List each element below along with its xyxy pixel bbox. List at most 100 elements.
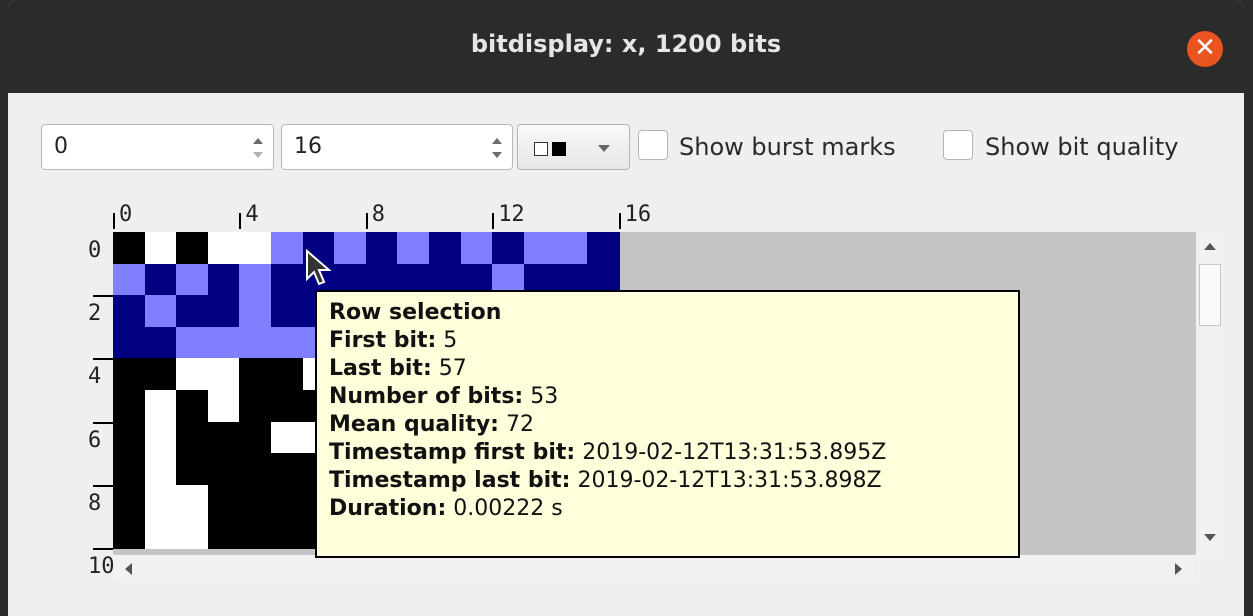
bit-cell[interactable] (144, 326, 178, 360)
spin-arrows-icon[interactable] (250, 134, 266, 162)
show-burst-marks-checkbox[interactable] (638, 130, 668, 160)
show-bit-quality-checkbox[interactable] (943, 130, 973, 160)
spin-arrows-icon[interactable] (489, 134, 505, 162)
scroll-down-icon[interactable] (1204, 534, 1216, 541)
bit-cell[interactable] (113, 453, 146, 487)
bit-cell[interactable] (207, 358, 241, 392)
bit-cell[interactable] (523, 232, 557, 265)
bit-cell[interactable] (239, 295, 273, 329)
row-tick (93, 358, 113, 361)
bit-cell[interactable] (429, 232, 462, 265)
bit-cell[interactable] (144, 263, 178, 297)
bit-cell[interactable] (113, 263, 146, 297)
bit-cell[interactable] (492, 232, 526, 265)
bit-cell[interactable] (207, 263, 241, 297)
bit-cell[interactable] (271, 232, 304, 265)
bit-cell[interactable] (334, 232, 368, 265)
row-label: 6 (88, 427, 102, 453)
bit-cell[interactable] (144, 390, 178, 423)
bit-cell[interactable] (176, 326, 210, 360)
mouse-pointer-icon (306, 249, 332, 286)
bit-cell[interactable] (239, 358, 273, 392)
bit-cell[interactable] (460, 232, 494, 265)
row-tick (93, 295, 113, 298)
color-scheme-combo[interactable] (517, 124, 630, 170)
bit-cell[interactable] (113, 232, 146, 265)
bit-cell[interactable] (207, 232, 241, 265)
bit-cell[interactable] (113, 295, 146, 329)
bit-cell[interactable] (176, 390, 210, 423)
bit-cell[interactable] (113, 390, 146, 423)
bit-cell[interactable] (207, 295, 241, 329)
bit-cell[interactable] (113, 326, 146, 360)
show-bit-quality-label[interactable]: Show bit quality (985, 133, 1178, 161)
window-title: bitdisplay: x, 1200 bits (470, 30, 782, 58)
bit-cell[interactable] (239, 326, 273, 360)
title-bar[interactable]: bitdisplay: x, 1200 bits ✕ (8, 0, 1244, 93)
column-tick (618, 213, 621, 229)
bit-cell[interactable] (144, 358, 178, 392)
bit-cell[interactable] (239, 453, 273, 487)
bit-cell[interactable] (239, 516, 273, 550)
horizontal-scrollbar[interactable] (113, 554, 1195, 582)
bit-cell[interactable] (239, 484, 273, 518)
bit-cell[interactable] (113, 484, 146, 518)
bit-cell[interactable] (176, 453, 210, 487)
bit-cell[interactable] (271, 390, 304, 423)
bit-cell[interactable] (176, 421, 210, 455)
bit-cell[interactable] (144, 484, 178, 518)
bit-cell[interactable] (176, 516, 210, 550)
bit-cell[interactable] (207, 421, 241, 455)
bit-cell[interactable] (207, 390, 241, 423)
bit-cell[interactable] (113, 421, 146, 455)
bit-cell[interactable] (144, 516, 178, 550)
selection-tooltip: Row selection First bit: 5 Last bit: 57 … (315, 290, 1020, 558)
vertical-scroll-thumb[interactable] (1199, 264, 1221, 326)
bit-cell[interactable] (144, 295, 178, 329)
bit-cell[interactable] (239, 421, 273, 455)
bit-cell[interactable] (365, 232, 399, 265)
bit-cell[interactable] (239, 263, 273, 297)
row-width-stepper[interactable] (482, 125, 512, 169)
start-bit-stepper[interactable] (243, 125, 273, 169)
bit-cell[interactable] (271, 326, 304, 360)
column-tick (492, 213, 495, 229)
bit-cell[interactable] (271, 421, 304, 455)
scroll-right-icon[interactable] (1175, 563, 1182, 575)
close-icon[interactable]: ✕ (1187, 31, 1223, 67)
show-burst-marks-label[interactable]: Show burst marks (679, 133, 896, 161)
bit-cell[interactable] (271, 358, 304, 392)
bit-cell[interactable] (207, 484, 241, 518)
bit-cell[interactable] (271, 263, 304, 297)
scroll-up-icon[interactable] (1204, 243, 1216, 250)
bit-cell[interactable] (397, 232, 431, 265)
bit-cell[interactable] (144, 421, 178, 455)
bit-cell[interactable] (555, 232, 589, 265)
bit-cell[interactable] (113, 516, 146, 550)
bit-cell[interactable] (176, 484, 210, 518)
tooltip-last-bit: Last bit: 57 (329, 356, 467, 381)
bit-cell[interactable] (271, 516, 304, 550)
bit-cell[interactable] (239, 232, 273, 265)
bit-cell[interactable] (176, 295, 210, 329)
start-bit-spinbox[interactable]: 0 (41, 124, 274, 170)
tooltip-heading: Row selection (329, 300, 502, 325)
scroll-left-icon[interactable] (125, 563, 132, 575)
bit-cell[interactable] (271, 295, 304, 329)
bit-cell[interactable] (239, 390, 273, 423)
bit-cell[interactable] (144, 232, 178, 265)
bit-cell[interactable] (144, 453, 178, 487)
row-label: 8 (88, 490, 102, 516)
bit-cell[interactable] (176, 232, 210, 265)
bit-cell[interactable] (176, 263, 210, 297)
bit-cell[interactable] (113, 358, 146, 392)
bit-cell[interactable] (207, 516, 241, 550)
bit-cell[interactable] (207, 453, 241, 487)
vertical-scrollbar[interactable] (1195, 232, 1224, 554)
bit-cell[interactable] (176, 358, 210, 392)
bit-cell[interactable] (587, 232, 620, 265)
bit-cell[interactable] (271, 484, 304, 518)
bit-cell[interactable] (207, 326, 241, 360)
bit-cell[interactable] (271, 453, 304, 487)
row-width-spinbox[interactable]: 16 (281, 124, 513, 170)
